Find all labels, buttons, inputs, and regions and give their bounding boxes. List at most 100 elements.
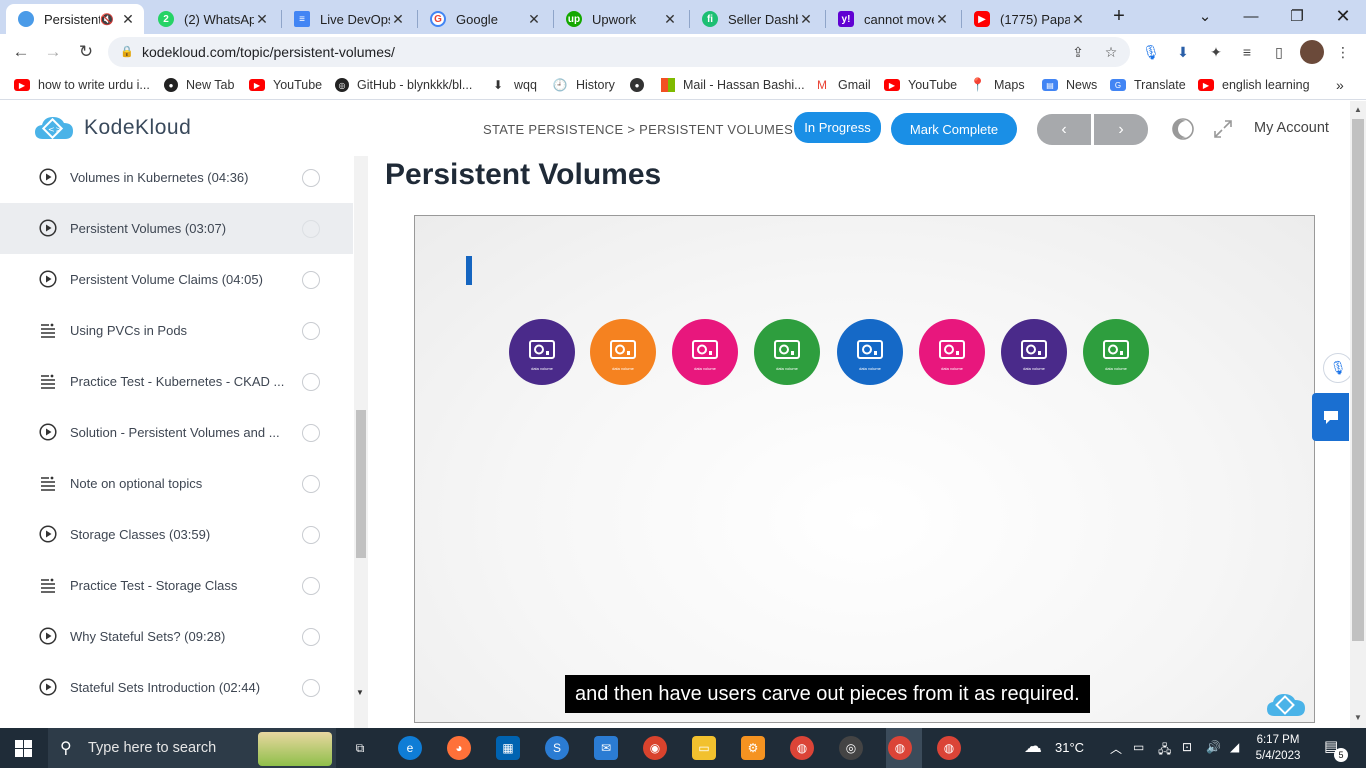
bookmark-item[interactable]: ▶ how to write urdu i... [14,76,150,94]
video-player[interactable]: data volume data volume data volume data vo… [414,215,1315,723]
side-panel-icon[interactable]: ▯ [1269,42,1289,62]
tab-upwork[interactable]: up Upwork ✕ [554,4,686,34]
lesson-complete-checkbox[interactable] [302,474,320,493]
tab-persistent-volumes[interactable]: Persistent Volumes 🔇 ✕ [6,4,144,34]
my-account-link[interactable]: My Account [1254,120,1329,136]
lock-icon[interactable]: 🔒 [120,45,134,58]
close-tab-icon[interactable]: ✕ [390,11,406,28]
share-icon[interactable]: ⇪ [1068,42,1088,62]
bookmark-item[interactable]: ● New Tab [164,76,234,94]
microphone-extension-icon[interactable]: 🎙 [1141,42,1161,62]
lesson-complete-checkbox[interactable] [302,423,320,442]
lesson-item[interactable]: Practice Test - Storage Class [0,560,353,611]
download-extension-icon[interactable]: ⬇ [1173,42,1193,62]
page-scrollbar-thumb[interactable] [1352,119,1364,641]
fullscreen-expand-icon[interactable] [1213,119,1233,139]
lesson-item[interactable]: Using PVCs in Pods [0,305,353,356]
tray-chevron-up-icon[interactable]: ︿ [1110,740,1122,757]
address-bar[interactable]: 🔒 kodekloud.com/topic/persistent-volumes… [108,37,1130,67]
speaker-muted-icon[interactable]: 🔇 [100,13,114,26]
firefox-icon[interactable]: ◕ [447,736,471,760]
bookmark-item[interactable]: ⬇ wqq [490,76,537,94]
tab-live-devops[interactable]: ≡ Live DevOps ✕ [282,4,414,34]
tab-whatsapp[interactable]: 2 (2) WhatsApp ✕ [146,4,278,34]
camera-app-icon[interactable]: ◎ [839,736,863,760]
bookmarks-overflow-icon[interactable]: » [1336,76,1344,94]
more-menu-icon[interactable]: ⋮ [1333,42,1353,62]
settings-gear-app-icon[interactable]: ⚙ [741,736,765,760]
taskbar-search-box[interactable]: ⚲ Type here to search [48,728,336,768]
new-tab-button[interactable]: + [1096,0,1142,32]
lesson-item[interactable]: Persistent Volumes (03:07) [0,203,353,254]
close-tab-icon[interactable]: ✕ [120,11,136,28]
page-scrollbar[interactable]: ▲ ▼ [1350,101,1366,728]
bookmark-star-icon[interactable]: ☆ [1101,42,1121,62]
tab-google[interactable]: G Google ✕ [418,4,550,34]
chrome-active-icon[interactable]: ◍ [888,736,912,760]
lesson-item[interactable]: Stateful Sets Introduction (02:44) [0,662,353,713]
bookmark-item[interactable]: ● [630,76,652,94]
close-tab-icon[interactable]: ✕ [526,11,542,28]
chrome-icon[interactable]: ◍ [790,736,814,760]
bookmark-item[interactable]: ▤ News [1042,76,1097,94]
bookmark-item[interactable]: G Translate [1110,76,1186,94]
back-button[interactable]: ← [8,39,34,65]
close-tab-icon[interactable]: ✕ [1070,11,1086,28]
lesson-item[interactable]: Solution - Persistent Volumes and ... [0,407,353,458]
weather-temperature[interactable]: 31°C [1055,740,1084,755]
tab-seller-dashboard[interactable]: fi Seller Dashboard ✕ [690,4,822,34]
scroll-down-arrow-icon[interactable]: ▼ [1354,713,1362,722]
battery-icon[interactable]: ▭ [1133,740,1144,754]
wifi-icon[interactable]: ◢ [1230,740,1239,754]
next-lesson-button[interactable]: › [1094,114,1148,145]
profile-avatar[interactable] [1300,40,1324,64]
lesson-complete-checkbox[interactable] [302,525,320,544]
windows-start-icon[interactable] [15,740,32,757]
close-tab-icon[interactable]: ✕ [798,11,814,28]
sidebar-scrollbar-thumb[interactable] [356,410,366,558]
close-window-button[interactable]: ✕ [1320,0,1366,32]
forward-button[interactable]: → [40,39,66,65]
lesson-complete-checkbox[interactable] [302,627,320,646]
lesson-complete-checkbox[interactable] [302,270,320,289]
lesson-complete-checkbox[interactable] [302,168,320,187]
lesson-complete-checkbox[interactable] [302,321,320,340]
bookmark-item[interactable]: M Gmail [814,76,871,94]
lesson-item[interactable]: Persistent Volume Claims (04:05) [0,254,353,305]
bookmark-item[interactable]: 📍 Maps [970,76,1025,94]
chrome-profile-icon[interactable]: ◍ [937,736,961,760]
breadcrumb[interactable]: STATE PERSISTENCE > PERSISTENT VOLUMES [483,122,793,137]
device-icon[interactable]: ⊡ [1182,740,1192,754]
volume-speaker-icon[interactable]: 🔊 [1206,740,1221,754]
scroll-down-arrow-icon[interactable]: ▼ [356,688,364,697]
lesson-complete-checkbox[interactable] [302,576,320,595]
lesson-item[interactable]: Practice Test - Kubernetes - CKAD ... [0,356,353,407]
bookmark-item[interactable]: ▶ english learning [1198,76,1310,94]
screen-recorder-icon[interactable]: ◉ [643,736,667,760]
edge-icon[interactable]: e [398,736,422,760]
network-icon[interactable]: 🖧 [1158,740,1171,761]
bookmark-item[interactable]: Mail - Hassan Bashi... [661,76,805,94]
media-queue-icon[interactable]: ≡ [1237,42,1257,62]
sidebar-scrollbar[interactable] [354,156,368,728]
bookmark-item[interactable]: ◎ GitHub - blynkkk/bl... [335,76,472,94]
feedback-chat-button[interactable] [1312,393,1349,441]
close-tab-icon[interactable]: ✕ [934,11,950,28]
bookmark-item[interactable]: 🕘 History [552,76,615,94]
mark-complete-button[interactable]: Mark Complete [891,113,1017,145]
tab-search-chevron-icon[interactable]: ⌄ [1182,0,1228,32]
tab-youtube-papa[interactable]: ▶ (1775) Papa ✕ [962,4,1094,34]
scroll-up-arrow-icon[interactable]: ▲ [1354,105,1362,114]
dark-mode-moon-icon[interactable] [1171,117,1195,141]
restore-button[interactable]: ❐ [1274,0,1320,32]
previous-lesson-button[interactable]: ‹ [1037,114,1091,145]
skype-icon[interactable]: S [545,736,569,760]
status-badge[interactable]: In Progress [794,112,881,143]
tab-cannot-move[interactable]: y! cannot move ✕ [826,4,958,34]
lesson-item[interactable]: Why Stateful Sets? (09:28) [0,611,353,662]
close-tab-icon[interactable]: ✕ [662,11,678,28]
lesson-item[interactable]: Volumes in Kubernetes (04:36) [0,156,353,203]
lesson-complete-checkbox[interactable] [302,678,320,697]
kodekloud-logo[interactable]: <> KodeKloud [34,115,191,141]
file-explorer-icon[interactable]: ▭ [692,736,716,760]
